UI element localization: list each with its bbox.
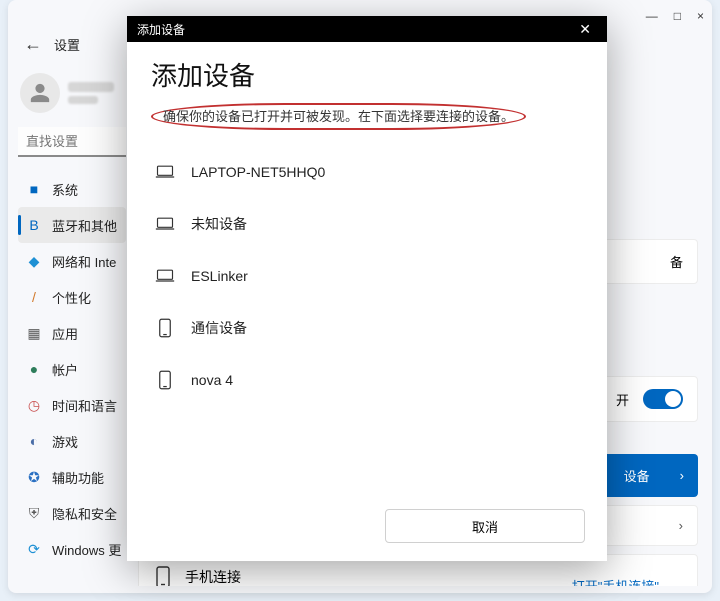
sidebar-item-label: 应用 (52, 324, 78, 343)
app-title: 设置 (54, 35, 80, 54)
privacy-icon: ⛨ (26, 505, 42, 521)
chevron-right-icon: › (680, 468, 684, 483)
phone-icon (155, 370, 175, 390)
back-button[interactable]: ← (24, 34, 42, 55)
sidebar-item-accounts[interactable]: ● 帐户 (18, 351, 126, 387)
network-icon: ◆ (26, 253, 42, 269)
window-maximize-button[interactable]: □ (674, 9, 681, 23)
add-device-dialog: 添加设备 ✕ 添加设备 确保你的设备已打开并可被发现。在下面选择要连接的设备。 … (127, 16, 607, 561)
sidebar-item-label: 个性化 (52, 288, 91, 307)
time-icon: ◷ (26, 397, 42, 413)
laptop-icon (155, 162, 175, 182)
sidebar-item-label: 隐私和安全 (52, 504, 117, 523)
sidebar-item-label: Windows 更 (52, 540, 121, 559)
device-item[interactable]: 通信设备 (151, 302, 583, 354)
apps-icon: ▦ (26, 325, 42, 341)
gaming-icon: ◐ (26, 433, 42, 449)
sidebar-item-system[interactable]: ■ 系统 (18, 171, 126, 207)
window-close-button[interactable]: × (697, 9, 704, 23)
device-name: 通信设备 (191, 318, 247, 338)
accounts-icon: ● (26, 361, 42, 377)
dialog-titlebar: 添加设备 ✕ (127, 16, 607, 42)
sidebar-item-personalize[interactable]: / 个性化 (18, 279, 126, 315)
device-item[interactable]: ESLinker (151, 250, 583, 302)
update-icon: ⟳ (26, 541, 42, 557)
sidebar-item-bluetooth[interactable]: B 蓝牙和其他 (18, 207, 126, 243)
system-icon: ■ (26, 181, 42, 197)
sidebar-item-label: 蓝牙和其他 (52, 216, 117, 235)
sidebar-item-label: 时间和语言 (52, 396, 117, 415)
card-text-fragment: 备 (670, 252, 683, 271)
dialog-subheading: 确保你的设备已打开并可被发现。在下面选择要连接的设备。 (151, 103, 526, 130)
device-item[interactable]: 未知设备 (151, 198, 583, 250)
phone-icon (153, 567, 173, 586)
phone-icon (155, 318, 175, 338)
sidebar-item-label: 游戏 (52, 432, 78, 451)
laptop-icon (155, 266, 175, 286)
device-name: ESLinker (191, 268, 248, 284)
nav-list: ■ 系统 B 蓝牙和其他 ◆ 网络和 Inte / 个性化 ▦ 应用 ● 帐户 ◷ 时间和语言 ◐ 游戏 ✪ 辅助… (18, 171, 126, 567)
device-name: 未知设备 (191, 214, 247, 234)
dialog-title: 添加设备 (137, 21, 185, 38)
toggle-label: 开 (616, 390, 629, 409)
button-text-fragment: 设备 (624, 466, 650, 485)
search-input[interactable] (18, 127, 126, 157)
phone-link-title: 手机连接 (185, 567, 372, 586)
sidebar-item-label: 帐户 (52, 360, 78, 379)
sidebar-item-label: 系统 (52, 180, 78, 199)
sidebar-item-apps[interactable]: ▦ 应用 (18, 315, 126, 351)
device-name: nova 4 (191, 372, 233, 388)
dialog-close-button[interactable]: ✕ (573, 21, 597, 38)
user-block[interactable] (18, 69, 126, 127)
device-name: LAPTOP-NET5HHQ0 (191, 164, 325, 180)
sidebar-item-label: 辅助功能 (52, 468, 104, 487)
accessibility-icon: ✪ (26, 469, 42, 485)
sidebar: ■ 系统 B 蓝牙和其他 ◆ 网络和 Inte / 个性化 ▦ 应用 ● 帐户 ◷ 时间和语言 ◐ 游戏 ✪ 辅助… (8, 63, 130, 586)
personalize-icon: / (26, 289, 42, 305)
sidebar-item-network[interactable]: ◆ 网络和 Inte (18, 243, 126, 279)
device-item[interactable]: LAPTOP-NET5HHQ0 (151, 146, 583, 198)
user-name-redacted (68, 82, 114, 104)
sidebar-item-time[interactable]: ◷ 时间和语言 (18, 387, 126, 423)
sidebar-item-accessibility[interactable]: ✪ 辅助功能 (18, 459, 126, 495)
toggle-on-icon[interactable] (643, 389, 683, 409)
bluetooth-icon: B (26, 217, 42, 233)
avatar (20, 73, 60, 113)
annotation-circle: 确保你的设备已打开并可被发现。在下面选择要连接的设备。 (151, 103, 526, 130)
laptop-icon (155, 214, 175, 234)
sidebar-item-update[interactable]: ⟳ Windows 更 (18, 531, 126, 567)
sidebar-item-label: 网络和 Inte (52, 252, 116, 271)
cancel-button[interactable]: 取消 (385, 509, 585, 543)
device-item[interactable]: nova 4 (151, 354, 583, 406)
dialog-heading: 添加设备 (151, 56, 583, 93)
sidebar-item-gaming[interactable]: ◐ 游戏 (18, 423, 126, 459)
sidebar-item-privacy[interactable]: ⛨ 隐私和安全 (18, 495, 126, 531)
window-minimize-button[interactable]: — (646, 9, 658, 23)
device-list: LAPTOP-NET5HHQ0 未知设备 ESLinker 通信设备 nova 4 (151, 146, 583, 406)
open-phone-link-button[interactable]: 打开"手机连接" (572, 576, 659, 587)
chevron-right-icon: › (679, 518, 683, 533)
